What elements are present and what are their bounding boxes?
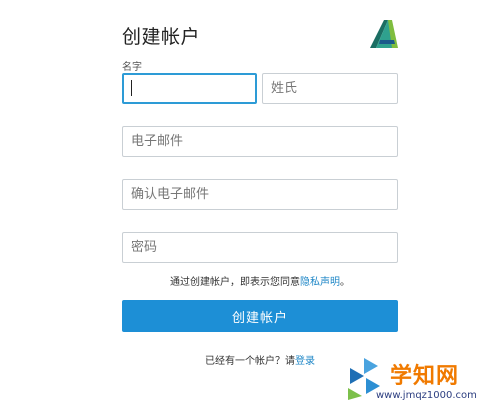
terms-suffix: 。 — [340, 277, 350, 288]
page-title: 创建帐户 — [122, 26, 201, 48]
last-name-input[interactable] — [262, 73, 398, 104]
confirm-email-input[interactable] — [122, 179, 398, 210]
signin-link[interactable]: 登录 — [295, 356, 315, 367]
privacy-link[interactable]: 隐私声明 — [300, 277, 340, 288]
first-name-caption: 名字 — [122, 62, 142, 73]
text-caret — [131, 80, 132, 96]
email-input[interactable] — [122, 126, 398, 157]
first-name-input[interactable] — [122, 73, 257, 104]
watermark-url: www.jmqz1000.com — [376, 390, 477, 401]
signup-page: 创建帐户 名字 通过创建帐户，即表示您同意隐私声明。 创建帐户 已经有一个帐户？… — [0, 0, 500, 410]
password-input[interactable] — [122, 232, 398, 263]
terms-notice: 通过创建帐户，即表示您同意隐私声明。 — [122, 273, 398, 288]
autodesk-logo-icon — [370, 20, 398, 48]
watermark-name: 学知网 — [390, 364, 460, 389]
watermark: 学知网 www.jmqz1000.com — [340, 352, 500, 410]
terms-text: 通过创建帐户，即表示您同意 — [170, 277, 300, 288]
signin-text: 已经有一个帐户？请 — [205, 356, 295, 367]
create-account-button[interactable]: 创建帐户 — [122, 300, 398, 332]
